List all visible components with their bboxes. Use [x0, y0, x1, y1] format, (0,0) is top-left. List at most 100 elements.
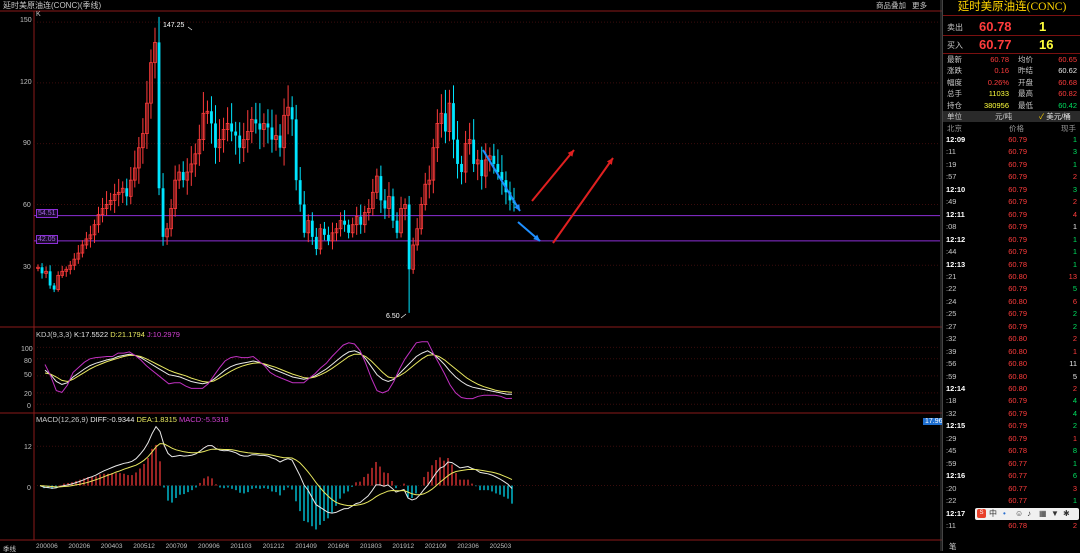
- trade-row[interactable]: :39 60.80 1: [943, 346, 1080, 359]
- stat-label: 均价: [1018, 55, 1033, 64]
- trade-row[interactable]: :32 60.79 4: [943, 408, 1080, 421]
- y-tick-120: 120: [20, 79, 32, 86]
- trade-time: 12:15: [946, 421, 966, 431]
- kdj-tick-80: 80: [24, 358, 32, 365]
- trade-row[interactable]: :22 60.79 5: [943, 283, 1080, 296]
- trade-row[interactable]: 12:10 60.79 3: [943, 184, 1080, 197]
- chart-canvas[interactable]: [0, 0, 942, 551]
- trade-volume: 1: [1072, 222, 1077, 232]
- x-tick: 200006: [36, 543, 58, 550]
- trade-time: 12:10: [946, 184, 966, 194]
- x-tick: 201606: [327, 543, 350, 550]
- ask-row[interactable]: 卖出 60.78 1: [943, 17, 1080, 36]
- trade-row[interactable]: 12:09 60.79 1: [943, 134, 1080, 147]
- trade-volume: 1: [1072, 135, 1077, 144]
- trade-row[interactable]: :49 60.79 2: [943, 196, 1080, 209]
- unit-bar[interactable]: 单位 元/吨 ✓ 美元/桶: [943, 111, 1080, 122]
- candle-body: [298, 180, 302, 205]
- ime-shirt-icon[interactable]: ▼: [1051, 508, 1059, 520]
- x-tick: 201212: [262, 543, 285, 550]
- trade-row[interactable]: :25 60.79 2: [943, 308, 1080, 321]
- stat-row: 最新 60.78 均价 60.65: [943, 54, 1080, 65]
- x-tick: 202109: [424, 543, 447, 550]
- trade-row[interactable]: :18 60.79 4: [943, 395, 1080, 408]
- trade-volume: 2: [1072, 334, 1077, 344]
- trade-row[interactable]: :59 60.80 5: [943, 371, 1080, 384]
- candle-body: [294, 119, 298, 181]
- trade-row[interactable]: 12:14 60.80 2: [943, 383, 1080, 396]
- trade-price: 60.79: [1008, 222, 1027, 232]
- ime-keyboard-icon[interactable]: ▦: [1039, 508, 1047, 520]
- trade-price: 60.77: [1008, 483, 1027, 493]
- bid-row[interactable]: 买入 60.77 16: [943, 35, 1080, 54]
- unit-selected[interactable]: ✓ 美元/桶: [1039, 111, 1071, 122]
- trade-time: 12:09: [946, 135, 966, 144]
- low-annotation: 6.50: [386, 313, 400, 320]
- candle-body: [496, 163, 500, 173]
- ime-mode[interactable]: 中: [989, 508, 997, 520]
- ime-punct-icon[interactable]: •: [1003, 508, 1006, 520]
- trade-row[interactable]: :44 60.79 1: [943, 246, 1080, 259]
- trade-row[interactable]: :20 60.77 3: [943, 483, 1080, 496]
- candle-body: [379, 176, 383, 201]
- trade-row[interactable]: :57 60.79 2: [943, 171, 1080, 184]
- trade-volume: 1: [1072, 234, 1077, 244]
- trade-price: 60.80: [1008, 271, 1027, 281]
- trade-time: :57: [946, 172, 957, 182]
- trade-row[interactable]: :59 60.77 1: [943, 458, 1080, 471]
- ime-settings-icon[interactable]: ✱: [1063, 508, 1070, 520]
- trade-price: 60.79: [1008, 309, 1027, 319]
- trade-row[interactable]: 12:13 60.78 1: [943, 259, 1080, 272]
- trade-row[interactable]: :08 60.79 1: [943, 221, 1080, 234]
- stat-row: 幅度 0.26% 开盘 60.68: [943, 77, 1080, 88]
- trade-row[interactable]: :24 60.80 6: [943, 296, 1080, 309]
- chart-area[interactable]: 延时美原油连(CONC)(季线) 商品叠加 更多 K 150 120 90 60…: [0, 0, 945, 553]
- y-tick-150: 150: [20, 17, 32, 24]
- trade-row[interactable]: :11 60.79 3: [943, 146, 1080, 159]
- trade-volume: 1: [1072, 247, 1077, 257]
- x-tick: 200709: [165, 543, 188, 550]
- trade-volume: 2: [1072, 172, 1077, 182]
- ime-smile-icon[interactable]: ☺: [1015, 508, 1023, 520]
- trade-price: 60.80: [1008, 346, 1027, 356]
- stat-row: 持仓 380956 最低 60.42: [943, 100, 1080, 111]
- trade-row[interactable]: :32 60.80 2: [943, 333, 1080, 346]
- quote-panel: 延时美原油连(CONC) 卖出 60.78 1 买入 60.77 16 最新 60…: [942, 0, 1080, 551]
- kdj-tick-20: 20: [24, 391, 32, 398]
- check-icon: ✓: [1039, 112, 1045, 121]
- trade-row[interactable]: :22 60.77 1: [943, 495, 1080, 508]
- ime-toolbar[interactable]: S 中 • ☺ ♪ ▦ ▼ ✱: [975, 508, 1079, 520]
- trade-row[interactable]: :19 60.79 1: [943, 159, 1080, 172]
- trade-row[interactable]: 12:16 60.77 6: [943, 470, 1080, 483]
- trade-row[interactable]: :56 60.80 11: [943, 358, 1080, 371]
- more-link[interactable]: 更多: [912, 0, 927, 11]
- kdj-tick-100: 100: [21, 346, 33, 353]
- trade-time: :27: [946, 321, 957, 331]
- trade-row[interactable]: :27 60.79 2: [943, 321, 1080, 334]
- unit-yuan-option[interactable]: 元/吨: [995, 111, 1012, 122]
- trade-volume: 3: [1072, 184, 1077, 194]
- trade-row[interactable]: :29 60.79 1: [943, 433, 1080, 446]
- trade-row[interactable]: :21 60.80 13: [943, 271, 1080, 284]
- x-tick: 200403: [100, 543, 123, 550]
- macd-tick-0: 0: [27, 485, 31, 492]
- trade-volume: 1: [1072, 259, 1077, 269]
- kdj-legend: KDJ(9,3,3) K:17.5522 D:21.1794 J:10.2979: [36, 330, 180, 339]
- trade-row[interactable]: :45 60.78 8: [943, 445, 1080, 458]
- trade-row[interactable]: 12:12 60.79 1: [943, 234, 1080, 247]
- trade-volume: 1: [1072, 496, 1077, 506]
- trade-row[interactable]: 12:11 60.79 4: [943, 209, 1080, 222]
- trade-row[interactable]: 12:15 60.79 2: [943, 420, 1080, 433]
- x-tick: 201803: [360, 543, 382, 550]
- trade-price: 60.79: [1008, 184, 1027, 194]
- candle-body: [395, 220, 399, 233]
- chart-title: 延时美原油连(CONC)(季线): [3, 1, 102, 10]
- trade-time: :19: [946, 159, 957, 169]
- trade-time: 12:17: [946, 508, 966, 518]
- product-overlay-link[interactable]: 商品叠加: [876, 0, 906, 11]
- ime-mic-icon[interactable]: ♪: [1027, 508, 1031, 520]
- candle-body: [234, 131, 238, 136]
- unit-label: 单位: [947, 112, 962, 121]
- stat-value: 11033: [988, 89, 1009, 99]
- trade-row[interactable]: :11 60.78 2: [943, 520, 1080, 533]
